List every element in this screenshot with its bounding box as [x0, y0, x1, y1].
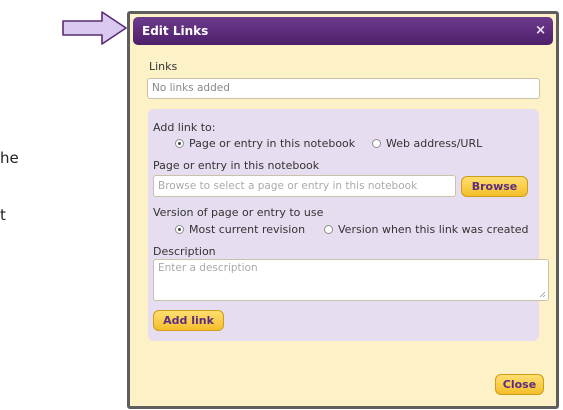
radio-selected-icon [175, 225, 184, 234]
background-text-fragment: t [0, 206, 6, 224]
radio-web-address-label: Web address/URL [386, 137, 483, 150]
radio-unselected-icon [372, 139, 381, 148]
browse-button[interactable]: Browse [461, 176, 528, 197]
dialog-titlebar[interactable]: Edit Links × [133, 17, 553, 45]
description-label: Description [153, 245, 216, 258]
radio-page-or-entry-label: Page or entry in this notebook [189, 137, 356, 150]
radio-most-current-label: Most current revision [189, 223, 306, 236]
edit-links-dialog: Edit Links × Links No links added Add li… [127, 11, 559, 409]
links-label: Links [149, 60, 178, 73]
background-text-fragment: he [0, 149, 19, 167]
arrow-right-icon [62, 11, 127, 45]
radio-web-address[interactable]: Web address/URL [372, 137, 482, 150]
description-textarea[interactable]: Enter a description [153, 259, 549, 301]
page-entry-input[interactable]: Browse to select a page or entry in this… [153, 175, 456, 197]
radio-version-when-created[interactable]: Version when this link was created [324, 223, 529, 236]
dialog-title: Edit Links [142, 24, 209, 38]
add-link-button[interactable]: Add link [153, 310, 224, 331]
close-button[interactable]: Close [495, 374, 544, 395]
resize-grip-icon[interactable] [539, 291, 546, 298]
description-placeholder: Enter a description [158, 262, 258, 274]
page-entry-label: Page or entry in this notebook [153, 159, 320, 172]
radio-unselected-icon [324, 225, 333, 234]
radio-most-current[interactable]: Most current revision [175, 223, 305, 236]
version-label: Version of page or entry to use [153, 206, 324, 219]
radio-page-or-entry[interactable]: Page or entry in this notebook [175, 137, 355, 150]
links-list-field: No links added [147, 78, 540, 99]
close-icon[interactable]: × [535, 17, 546, 45]
radio-selected-icon [175, 139, 184, 148]
add-link-to-label: Add link to: [153, 121, 216, 134]
radio-version-when-created-label: Version when this link was created [338, 223, 529, 236]
